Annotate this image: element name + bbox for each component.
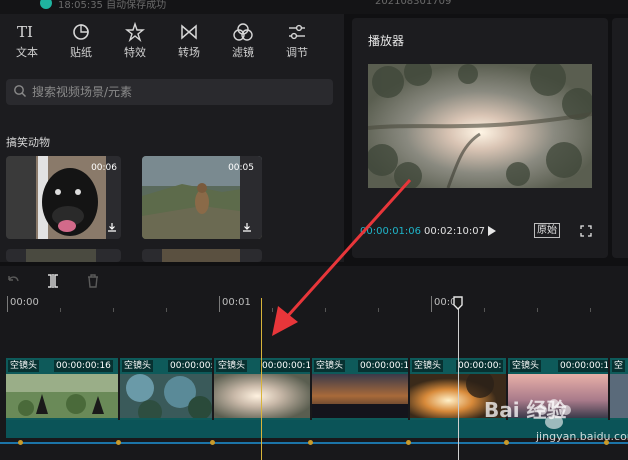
- watermark-url: jingyan.baidu.com: [536, 430, 628, 443]
- undo-icon: [8, 276, 19, 282]
- keyframe-dot[interactable]: [116, 440, 121, 445]
- split-icon: [48, 274, 58, 288]
- top-status-bar: 18:05:35 自动保存成功 202108301709: [0, 0, 628, 14]
- total-time: 00:02:10:07: [424, 226, 486, 237]
- library-clip-partial[interactable]: [6, 249, 121, 262]
- text-icon: TI: [0, 22, 54, 44]
- player-panel: 播放器 00:00:01:06 00:02:10:07 原始: [352, 18, 608, 258]
- timeline-toolbar: [0, 266, 628, 296]
- svg-text:TI: TI: [17, 23, 33, 41]
- track-clip[interactable]: 空镜头 00:00:00:16: [6, 358, 118, 420]
- player-title: 播放器: [368, 34, 405, 48]
- ruler-label: 00:00: [10, 297, 39, 308]
- time-ruler[interactable]: 00:00 00:01 00:02: [0, 296, 628, 316]
- side-panel-edge: [612, 18, 628, 258]
- search-input[interactable]: [32, 82, 322, 102]
- play-icon: [488, 226, 496, 236]
- clip-caption: 空镜头: [8, 360, 40, 372]
- effects-icon: [108, 21, 162, 44]
- clip-thumbnail: [6, 374, 118, 418]
- track-clip[interactable]: 空镜头 00:00:00:1: [312, 358, 408, 420]
- library-clip-partial[interactable]: [142, 249, 262, 262]
- keyframe-dot[interactable]: [210, 440, 215, 445]
- video-preview[interactable]: [368, 64, 592, 188]
- clip-caption: 空镜头: [122, 360, 154, 372]
- library-clip-marmot[interactable]: 00:05: [142, 156, 262, 239]
- clip-timestamp: 00:00:00:1: [358, 360, 408, 372]
- adjust-icon: [270, 22, 324, 44]
- category-title: 搞笑动物: [6, 136, 50, 149]
- play-button[interactable]: [486, 224, 498, 241]
- clip-timestamp: 00:00:00:: [456, 360, 504, 372]
- undo-button[interactable]: [6, 274, 20, 291]
- clip-timestamp: 00:00:00:16: [54, 360, 113, 372]
- clip-timestamp: 00:00:00:: [168, 360, 212, 372]
- material-toolbar: TI 文本 贴纸 特效 转场 滤镜 调节: [0, 20, 344, 64]
- clip-thumbnail: [214, 374, 310, 418]
- partial-thumbnail: [26, 249, 96, 262]
- autosave-status: 18:05:35 自动保存成功: [58, 0, 167, 11]
- clip-duration: 00:05: [228, 163, 254, 173]
- media-panel: TI 文本 贴纸 特效 转场 滤镜 调节 搜索视频场景/元素 搞笑动物 00:0…: [0, 14, 344, 262]
- partial-thumbnail: [162, 249, 240, 262]
- tool-transition[interactable]: 转场: [162, 20, 216, 64]
- delete-button[interactable]: [86, 274, 100, 291]
- sticker-icon: [54, 22, 108, 44]
- playhead[interactable]: [261, 298, 262, 460]
- save-check-icon: [40, 0, 52, 9]
- keyframe-dot[interactable]: [18, 440, 23, 445]
- aspect-original-button[interactable]: 原始: [534, 223, 560, 238]
- keyframe-dot[interactable]: [406, 440, 411, 445]
- clip-thumbnail: [120, 374, 212, 418]
- ruler-label: 00:01: [222, 297, 251, 308]
- filter-icon: [216, 22, 270, 44]
- download-icon[interactable]: [107, 221, 117, 235]
- tool-sticker[interactable]: 贴纸: [54, 20, 108, 64]
- current-time: 00:00:01:06: [360, 226, 422, 237]
- tool-adjust[interactable]: 调节: [270, 20, 324, 64]
- clip-timestamp: 00:00:00:1: [558, 360, 608, 372]
- clip-duration: 00:06: [91, 163, 117, 173]
- preview-frame: [368, 64, 592, 188]
- clip-caption: 空: [612, 360, 626, 372]
- library-clip-dog[interactable]: 00:06: [6, 156, 121, 239]
- clip-timestamp: 00:00:00:1: [260, 360, 310, 372]
- project-name: 202108301709: [375, 0, 452, 7]
- search-icon: [13, 84, 27, 101]
- download-icon[interactable]: [242, 221, 252, 235]
- playhead-handle-icon: [453, 296, 463, 310]
- fullscreen-icon: [580, 225, 592, 237]
- trash-icon: [88, 274, 98, 288]
- fullscreen-button[interactable]: [580, 225, 592, 240]
- track-clip[interactable]: 空镜头 00:00:00:: [120, 358, 212, 420]
- track-clip[interactable]: 空镜头 00:00:00:1: [214, 358, 310, 420]
- tool-effects[interactable]: 特效: [108, 20, 162, 64]
- clip-caption: 空镜头: [510, 360, 542, 372]
- search-box[interactable]: [6, 79, 333, 105]
- transition-icon: [162, 22, 216, 44]
- watermark-brand: Bai 经验: [484, 398, 567, 422]
- tool-text[interactable]: TI 文本: [0, 20, 54, 64]
- split-button[interactable]: [46, 274, 60, 291]
- keyframe-dot[interactable]: [308, 440, 313, 445]
- playhead-handle[interactable]: [452, 296, 464, 313]
- clip-caption: 空镜头: [216, 360, 248, 372]
- tool-filter[interactable]: 滤镜: [216, 20, 270, 64]
- watermark: Bai 经验 jingyan.baidu.com: [480, 388, 628, 460]
- hover-cursor-line: [458, 298, 459, 460]
- clip-caption: 空镜头: [412, 360, 444, 372]
- clip-thumbnail: [312, 374, 408, 418]
- clip-caption: 空镜头: [314, 360, 346, 372]
